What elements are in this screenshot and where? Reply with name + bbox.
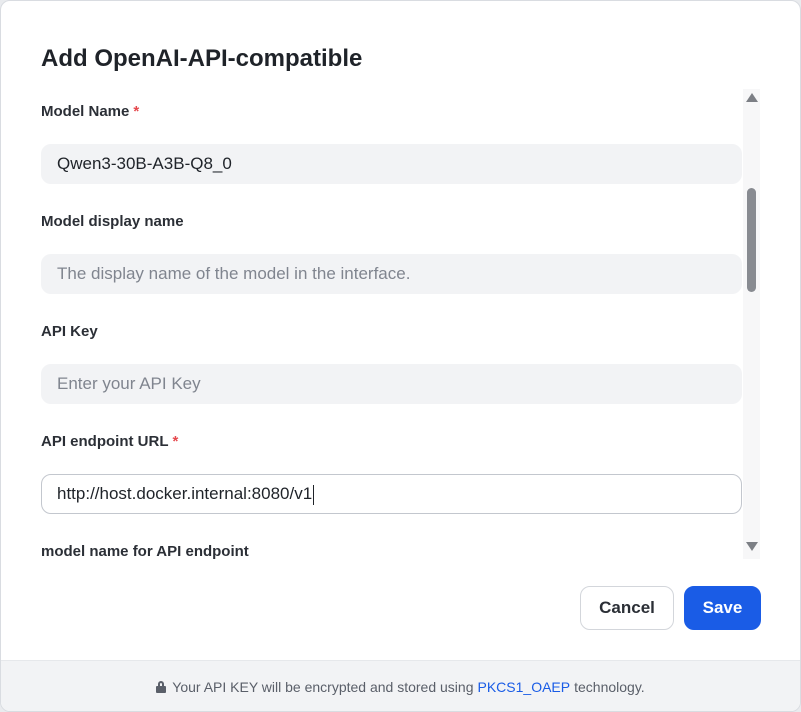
endpoint-url-field: API endpoint URL * http://host.docker.int…	[41, 432, 742, 514]
display-name-field: Model display name The display name of t…	[41, 212, 742, 294]
display-name-input[interactable]: The display name of the model in the int…	[41, 254, 742, 294]
notice-text-after: technology.	[574, 678, 645, 695]
required-mark: *	[133, 103, 140, 120]
model-name-input[interactable]: Qwen3-30B-A3B-Q8_0	[41, 144, 742, 184]
endpoint-model-name-label: model name for API endpoint	[41, 543, 249, 559]
required-mark: *	[172, 433, 179, 450]
model-name-label: Model Name *	[41, 103, 140, 120]
model-name-field: Model Name * Qwen3-30B-A3B-Q8_0	[41, 102, 742, 184]
cancel-button[interactable]: Cancel	[580, 586, 674, 630]
scrollbar-thumb[interactable]	[747, 188, 756, 292]
text-caret	[313, 484, 315, 505]
endpoint-model-name-field: model name for API endpoint	[41, 542, 742, 559]
endpoint-url-value: http://host.docker.internal:8080/v1	[57, 484, 313, 503]
form-scrollbar[interactable]	[743, 89, 760, 559]
api-key-label: API Key	[41, 323, 98, 340]
display-name-label: Model display name	[41, 213, 184, 230]
encryption-notice: Your API KEY will be encrypted and store…	[1, 660, 800, 711]
endpoint-url-input[interactable]: http://host.docker.internal:8080/v1	[41, 474, 742, 514]
pkcs-link[interactable]: PKCS1_OAEP	[478, 679, 571, 695]
lock-icon	[156, 680, 167, 693]
form-scroll-area[interactable]: Model Name * Qwen3-30B-A3B-Q8_0 Model dis…	[41, 89, 742, 559]
api-key-field: API Key Enter your API Key	[41, 322, 742, 404]
add-model-dialog: Add OpenAI-API-compatible Model Name * Qw…	[0, 0, 801, 712]
api-key-input[interactable]: Enter your API Key	[41, 364, 742, 404]
dialog-title: Add OpenAI-API-compatible	[41, 45, 363, 72]
notice-text-before: Your API KEY will be encrypted and store…	[172, 678, 474, 695]
endpoint-url-label: API endpoint URL *	[41, 433, 179, 450]
arrow-up-icon[interactable]	[746, 93, 758, 102]
arrow-down-icon[interactable]	[746, 542, 758, 551]
save-button[interactable]: Save	[684, 586, 761, 630]
